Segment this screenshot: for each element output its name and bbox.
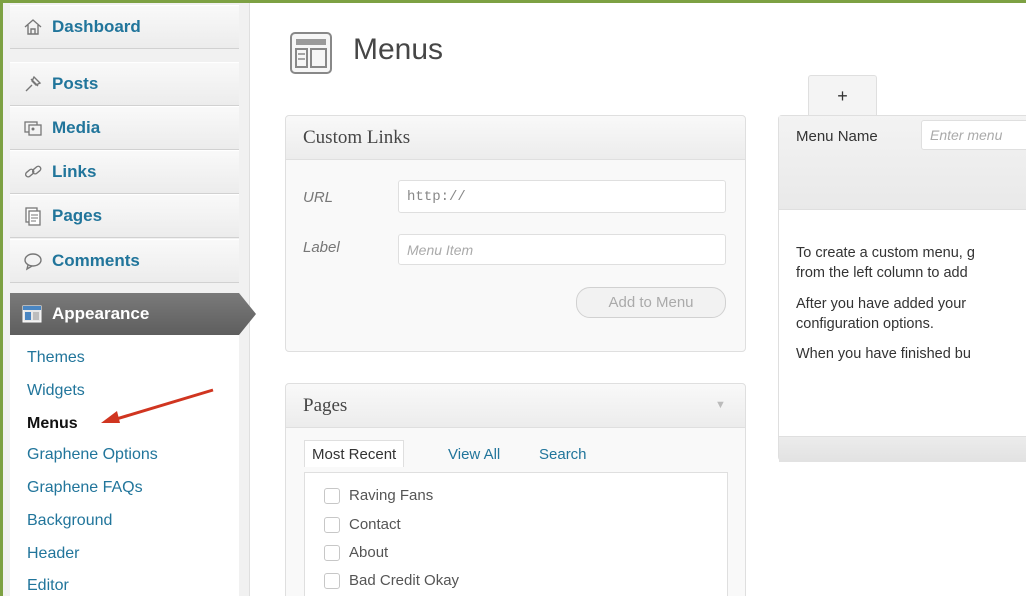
- instructions-line: When you have finished bu: [796, 346, 971, 362]
- sidebar-item-media[interactable]: Media: [10, 106, 239, 150]
- submenu-item-graphene-faqs[interactable]: Graphene FAQs: [27, 479, 143, 497]
- sidebar-item-label: Posts: [52, 74, 99, 93]
- list-item-label: Contact: [349, 516, 401, 533]
- label-input[interactable]: Menu Item: [398, 234, 726, 265]
- instructions-line: After you have added your: [796, 296, 967, 312]
- list-item-label: Bad Credit Okay: [349, 572, 460, 589]
- submenu-item-themes[interactable]: Themes: [27, 349, 85, 367]
- app-window: Dashboard Posts Media Links Pages Commen…: [0, 0, 1026, 596]
- menu-editor-panel: [778, 115, 1026, 462]
- url-label: URL: [303, 189, 334, 206]
- pin-icon: [22, 73, 44, 95]
- tab-most-recent[interactable]: Most Recent: [304, 440, 405, 467]
- tab-search[interactable]: Search: [539, 446, 587, 463]
- sidebar-item-dashboard[interactable]: Dashboard: [10, 5, 239, 49]
- submenu-item-menus[interactable]: Menus: [27, 415, 78, 433]
- sidebar-item-label: Dashboard: [52, 17, 141, 36]
- submenu-item-background[interactable]: Background: [27, 512, 112, 530]
- annotation-arrow-icon: [101, 388, 214, 423]
- instructions-line: configuration options.: [796, 316, 934, 332]
- checkbox[interactable]: [324, 544, 340, 561]
- dashboard-icon: [22, 16, 44, 38]
- sidebar-item-comments[interactable]: Comments: [10, 239, 239, 283]
- instructions-line: from the left column to add: [796, 265, 968, 281]
- checkbox[interactable]: [324, 516, 340, 533]
- media-icon: [22, 117, 44, 139]
- sidebar-item-label: Pages: [52, 206, 103, 225]
- pages-box-title: Pages: [286, 384, 745, 428]
- page-title: Menus: [353, 33, 444, 66]
- label-label: Label: [303, 239, 340, 256]
- sidebar-item-appearance[interactable]: Appearance: [10, 293, 256, 335]
- list-item-label: Raving Fans: [349, 487, 434, 504]
- sidebar-item-posts[interactable]: Posts: [10, 62, 239, 106]
- list-item-label: About: [349, 544, 389, 561]
- sidebar-item-label: Comments: [52, 251, 140, 270]
- checkbox[interactable]: [324, 572, 340, 589]
- url-input[interactable]: http://: [398, 180, 726, 213]
- menu-name-input[interactable]: Enter menu: [921, 120, 1026, 150]
- checkbox[interactable]: [324, 487, 340, 504]
- sidebar-item-pages[interactable]: Pages: [10, 194, 239, 238]
- admin-sidebar: Dashboard Posts Media Links Pages Commen…: [3, 3, 256, 596]
- menus-icon: [290, 32, 332, 74]
- submenu-item-graphene-options[interactable]: Graphene Options: [27, 446, 158, 464]
- tab-view-all[interactable]: View All: [448, 446, 500, 463]
- list-item[interactable]: Bad Credit Okay: [324, 572, 459, 589]
- submenu-item-editor[interactable]: Editor: [27, 577, 69, 595]
- menu-name-label: Menu Name: [796, 128, 878, 145]
- custom-links-title: Custom Links: [286, 116, 745, 160]
- add-to-menu-button[interactable]: Add to Menu: [576, 287, 726, 318]
- sidebar-item-label: Appearance: [52, 304, 150, 323]
- list-item[interactable]: Raving Fans: [324, 487, 433, 504]
- sidebar-item-label: Links: [52, 162, 97, 181]
- sidebar-item-links[interactable]: Links: [10, 150, 239, 194]
- instructions-line: To create a custom menu, g: [796, 245, 975, 261]
- collapse-triangle-icon[interactable]: ▼: [715, 399, 726, 411]
- comment-bubble-icon: [22, 250, 44, 272]
- menu-editor-footer: [779, 436, 1026, 462]
- sidebar-item-label: Media: [52, 118, 101, 137]
- submenu-item-header[interactable]: Header: [27, 545, 79, 563]
- plus-icon: +: [837, 86, 848, 106]
- submenu-item-widgets[interactable]: Widgets: [27, 382, 85, 400]
- add-menu-tab[interactable]: +: [808, 75, 877, 117]
- pages-box-title-text: Pages: [303, 394, 348, 416]
- pages-icon: [22, 205, 44, 227]
- list-item[interactable]: Contact: [324, 516, 401, 533]
- appearance-icon: [22, 304, 42, 324]
- link-icon: [22, 161, 44, 183]
- list-item[interactable]: About: [324, 544, 388, 561]
